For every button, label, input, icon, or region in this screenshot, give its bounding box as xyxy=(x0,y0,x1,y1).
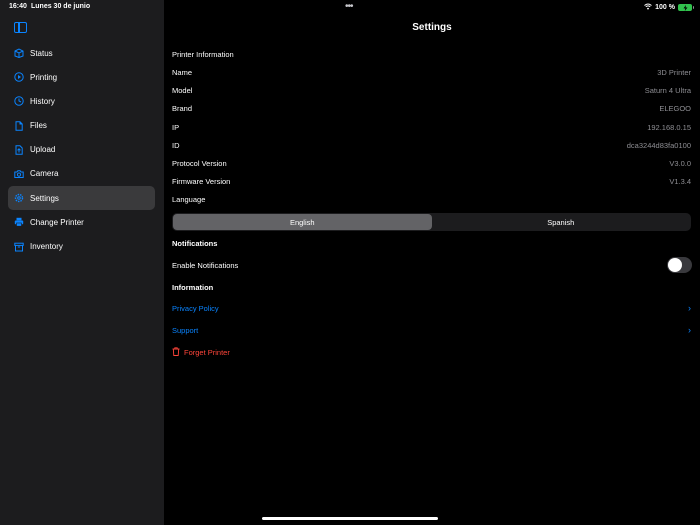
section-notifications: Notifications xyxy=(172,239,218,248)
info-label: Model xyxy=(172,86,193,95)
sidebar: Status Printing History Files Upload Cam… xyxy=(0,0,164,525)
multitasking-dots-icon[interactable]: ••• xyxy=(345,1,353,12)
support-link[interactable]: Support › xyxy=(172,325,691,336)
info-label: IP xyxy=(172,123,180,132)
privacy-policy-label: Privacy Policy xyxy=(172,304,219,313)
sidebar-item-camera[interactable]: Camera xyxy=(8,162,155,186)
chevron-right-icon: › xyxy=(688,303,691,313)
printer-icon xyxy=(14,217,24,227)
language-label: Language xyxy=(172,195,206,204)
info-row-firmware-version: Firmware Version V1.3.4 xyxy=(172,177,691,186)
sidebar-item-upload[interactable]: Upload xyxy=(8,138,155,162)
info-value: V3.0.0 xyxy=(669,159,691,168)
sidebar-item-status[interactable]: Status xyxy=(8,41,155,65)
archive-box-icon xyxy=(14,242,24,252)
segment-english[interactable]: English xyxy=(173,214,432,230)
info-value: dca3244d83fa0100 xyxy=(626,141,691,150)
info-value: ELEGOO xyxy=(659,104,691,113)
support-label: Support xyxy=(172,326,199,335)
camera-icon xyxy=(14,169,24,179)
page-title: Settings xyxy=(412,22,452,33)
info-label: Brand xyxy=(172,104,193,113)
chevron-right-icon: › xyxy=(688,325,691,335)
sidebar-item-change-printer[interactable]: Change Printer xyxy=(8,210,155,234)
info-value: 3D Printer xyxy=(657,68,691,77)
document-icon xyxy=(14,120,24,131)
status-icon xyxy=(14,48,24,58)
section-information: Information xyxy=(172,283,214,292)
sidebar-item-printing[interactable]: Printing xyxy=(8,65,155,89)
status-time: 16:40 xyxy=(9,3,27,10)
sidebar-item-history[interactable]: History xyxy=(8,89,155,113)
info-label: Firmware Version xyxy=(172,177,231,186)
upload-icon xyxy=(14,145,24,155)
play-circle-icon xyxy=(14,72,24,82)
enable-notifications-label: Enable Notifications xyxy=(172,261,239,270)
forget-printer-label: Forget Printer xyxy=(184,348,230,357)
info-value: 192.168.0.15 xyxy=(647,123,691,132)
info-row-brand: Brand ELEGOO xyxy=(172,104,691,113)
battery-percentage: 100 % xyxy=(655,4,675,11)
privacy-policy-link[interactable]: Privacy Policy › xyxy=(172,303,691,314)
info-value: Saturn 4 Ultra xyxy=(644,86,691,95)
info-row-ip: IP 192.168.0.15 xyxy=(172,123,691,132)
sidebar-item-label: Status xyxy=(30,48,53,58)
sidebar-item-label: Upload xyxy=(30,145,56,155)
sidebar-toggle-icon[interactable] xyxy=(14,22,27,33)
info-value: V1.3.4 xyxy=(669,177,691,186)
sidebar-item-files[interactable]: Files xyxy=(8,114,155,138)
trash-icon xyxy=(172,347,180,358)
info-row-name: Name 3D Printer xyxy=(172,68,691,77)
info-label: Name xyxy=(172,68,193,77)
settings-panel: Settings xyxy=(164,0,700,525)
segment-spanish[interactable]: Spanish xyxy=(432,214,691,230)
sidebar-item-label: Camera xyxy=(30,169,59,179)
sidebar-item-label: Settings xyxy=(30,193,59,203)
clock-icon xyxy=(14,96,24,107)
info-row-model: Model Saturn 4 Ultra xyxy=(172,86,691,95)
sidebar-item-label: Change Printer xyxy=(30,217,84,227)
sidebar-item-settings[interactable]: Settings xyxy=(8,186,155,211)
wifi-icon xyxy=(644,3,652,12)
sidebar-item-inventory[interactable]: Inventory xyxy=(8,235,155,259)
section-printer-information: Printer Information xyxy=(172,50,234,59)
notifications-toggle[interactable] xyxy=(667,257,692,273)
info-row-protocol-version: Protocol Version V3.0.0 xyxy=(172,159,691,168)
sidebar-nav: Status Printing History Files Upload Cam… xyxy=(8,41,155,259)
forget-printer-button[interactable]: Forget Printer xyxy=(172,347,230,358)
info-label: Protocol Version xyxy=(172,159,227,168)
status-indicators: 100 % xyxy=(644,3,694,12)
language-segmented-control: English Spanish xyxy=(172,213,691,231)
sidebar-item-label: Printing xyxy=(30,72,58,82)
home-indicator[interactable] xyxy=(262,517,438,520)
info-label: ID xyxy=(172,141,180,150)
sidebar-item-label: Files xyxy=(30,121,47,131)
status-date: Lunes 30 de junio xyxy=(31,3,91,10)
toggle-knob xyxy=(668,258,682,272)
gear-icon xyxy=(14,193,24,203)
info-row-id: ID dca3244d83fa0100 xyxy=(172,141,691,150)
sidebar-item-label: History xyxy=(30,96,55,106)
battery-icon xyxy=(678,4,694,11)
sidebar-item-label: Inventory xyxy=(30,242,63,251)
